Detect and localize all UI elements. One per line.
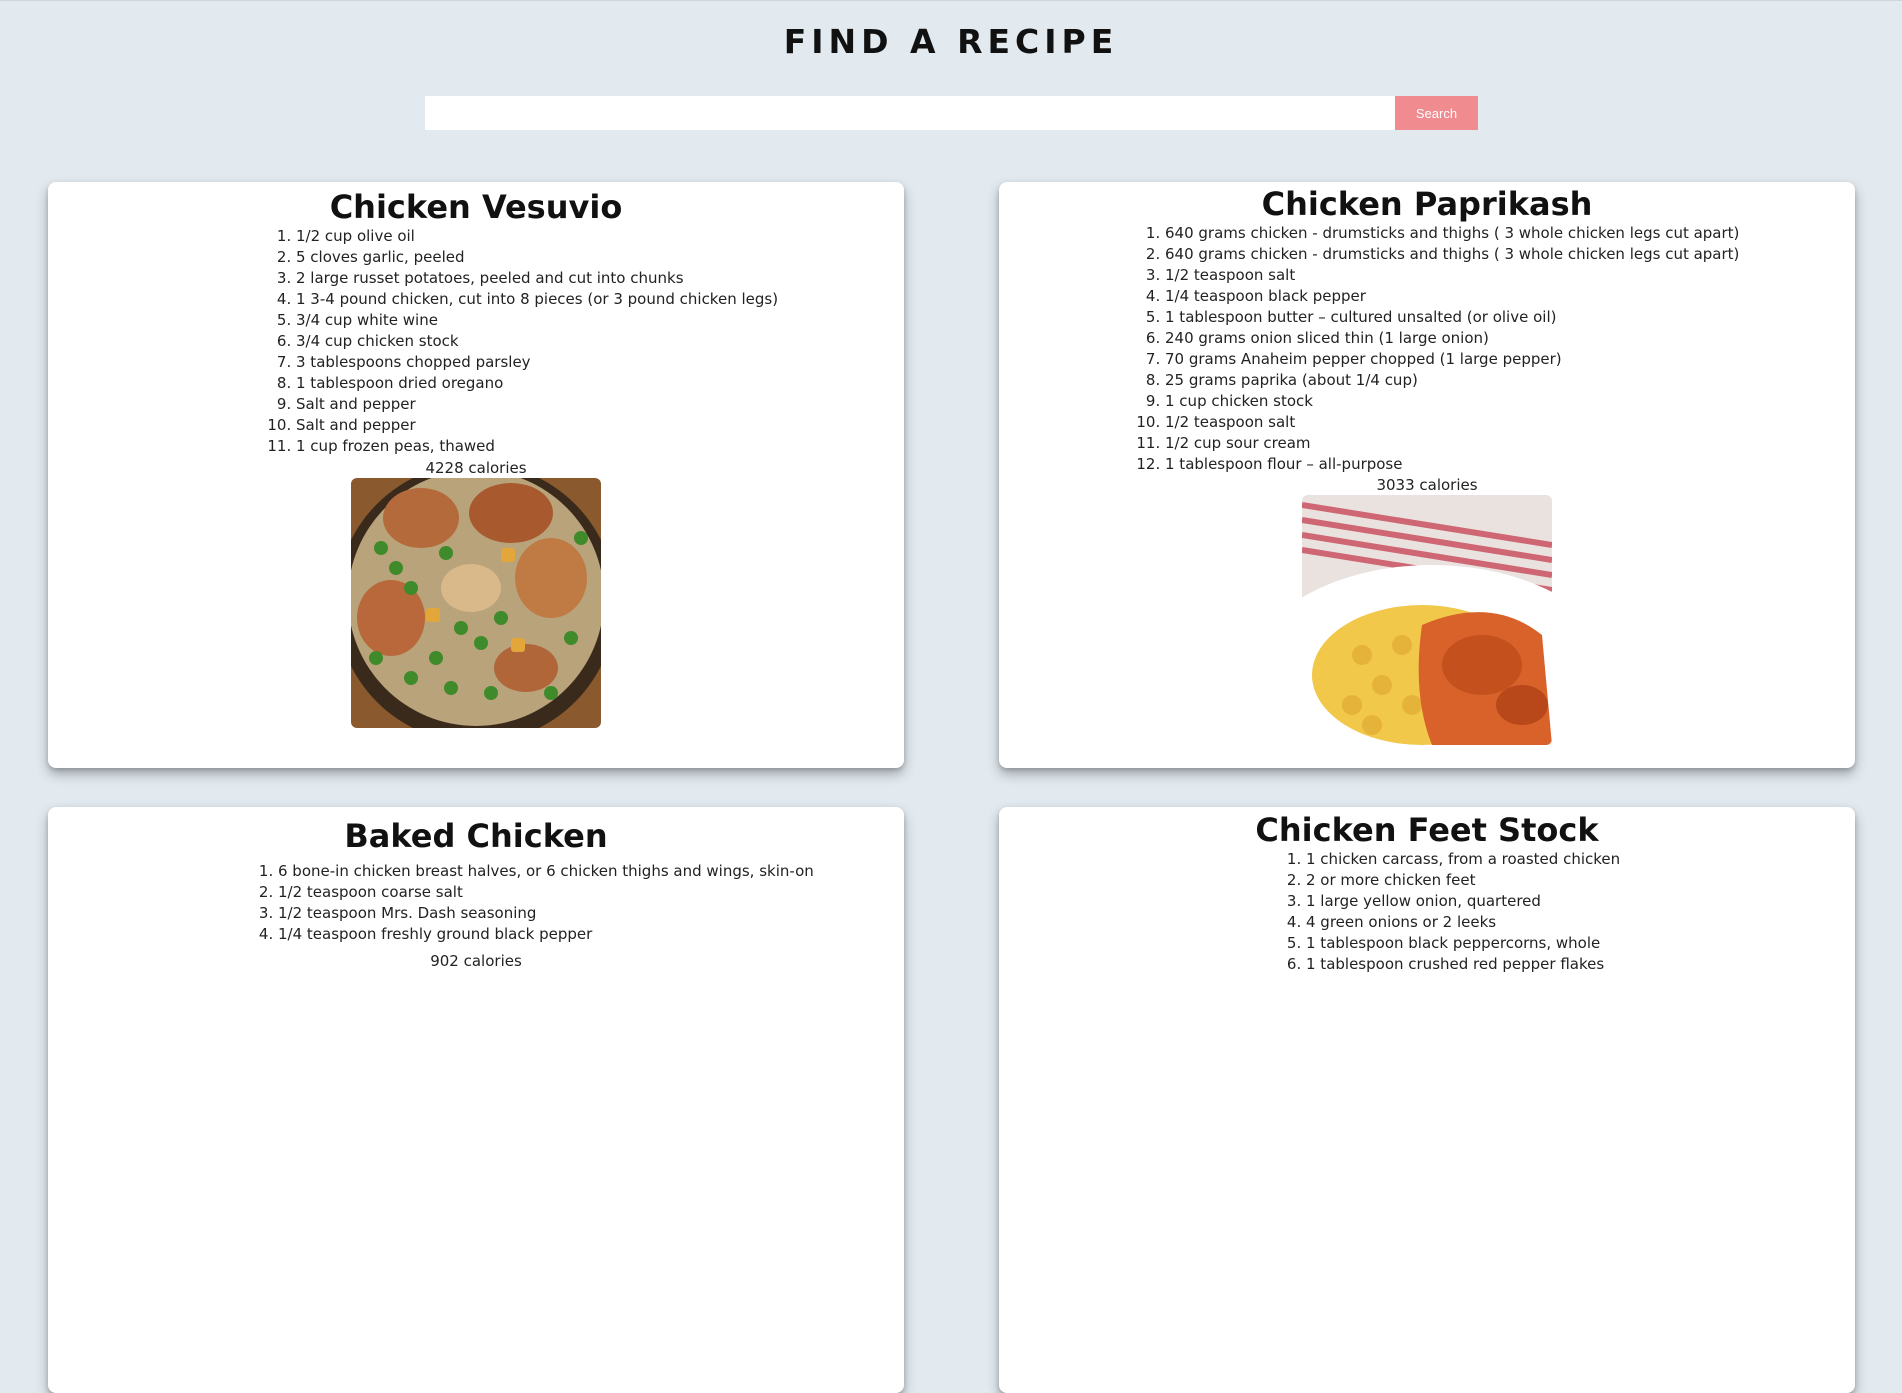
list-item: 1/2 teaspoon coarse salt (278, 882, 814, 903)
list-item: 1 3-4 pound chicken, cut into 8 pieces (… (296, 289, 778, 310)
ingredient-list: 1 chicken carcass, from a roasted chicke… (1280, 849, 1620, 975)
list-item: 1/4 teaspoon black pepper (1165, 286, 1739, 307)
list-item: 640 grams chicken - drumsticks and thigh… (1165, 244, 1739, 265)
list-item: 6 bone-in chicken breast halves, or 6 ch… (278, 861, 814, 882)
list-item: 1/2 teaspoon salt (1165, 412, 1739, 433)
list-item: 3/4 cup chicken stock (296, 331, 778, 352)
list-item: Salt and pepper (296, 394, 778, 415)
list-item: 2 or more chicken feet (1306, 870, 1620, 891)
recipe-card: Chicken Paprikash 640 grams chicken - dr… (999, 182, 1855, 768)
recipe-title: Chicken Feet Stock (1255, 811, 1599, 849)
ingredient-list: 640 grams chicken - drumsticks and thigh… (1139, 223, 1739, 475)
list-item: 1/2 teaspoon salt (1165, 265, 1739, 286)
list-item: 1 tablespoon black peppercorns, whole (1306, 933, 1620, 954)
list-item: 240 grams onion sliced thin (1 large oni… (1165, 328, 1739, 349)
list-item: 1/4 teaspoon freshly ground black pepper (278, 924, 814, 945)
recipe-card: Chicken Vesuvio 1/2 cup olive oil 5 clov… (48, 182, 904, 768)
list-item: 25 grams paprika (about 1/4 cup) (1165, 370, 1739, 391)
search-button[interactable]: Search (1395, 96, 1478, 130)
list-item: 640 grams chicken - drumsticks and thigh… (1165, 223, 1739, 244)
search-bar: Search (425, 96, 1478, 130)
list-item: 1 cup frozen peas, thawed (296, 436, 778, 457)
recipe-image (1302, 495, 1552, 745)
list-item: 5 cloves garlic, peeled (296, 247, 778, 268)
list-item: 4 green onions or 2 leeks (1306, 912, 1620, 933)
recipe-image (351, 478, 601, 728)
list-item: 1 cup chicken stock (1165, 391, 1739, 412)
list-item: 1/2 cup sour cream (1165, 433, 1739, 454)
search-input[interactable] (425, 96, 1395, 130)
recipe-card: Baked Chicken 6 bone-in chicken breast h… (48, 807, 904, 1393)
recipe-title: Baked Chicken (344, 817, 608, 855)
recipe-title: Chicken Vesuvio (329, 188, 623, 226)
top-border (0, 0, 1902, 1)
list-item: 2 large russet potatoes, peeled and cut … (296, 268, 778, 289)
list-item: 1 tablespoon butter – cultured unsalted … (1165, 307, 1739, 328)
calories-label: 902 calories (430, 952, 522, 970)
list-item: 1 chicken carcass, from a roasted chicke… (1306, 849, 1620, 870)
list-item: 3 tablespoons chopped parsley (296, 352, 778, 373)
calories-label: 3033 calories (1376, 476, 1478, 494)
list-item: 1/2 teaspoon Mrs. Dash seasoning (278, 903, 814, 924)
list-item: 1 tablespoon dried oregano (296, 373, 778, 394)
list-item: 1 tablespoon flour – all-purpose (1165, 454, 1739, 475)
page-title: FIND A RECIPE (783, 22, 1119, 61)
list-item: Salt and pepper (296, 415, 778, 436)
list-item: 70 grams Anaheim pepper chopped (1 large… (1165, 349, 1739, 370)
list-item: 1/2 cup olive oil (296, 226, 778, 247)
recipe-title: Chicken Paprikash (1261, 185, 1593, 223)
calories-label: 4228 calories (425, 459, 527, 477)
list-item: 1 tablespoon crushed red pepper flakes (1306, 954, 1620, 975)
list-item: 3/4 cup white wine (296, 310, 778, 331)
ingredient-list: 1/2 cup olive oil 5 cloves garlic, peele… (270, 226, 778, 457)
list-item: 1 large yellow onion, quartered (1306, 891, 1620, 912)
ingredient-list: 6 bone-in chicken breast halves, or 6 ch… (252, 861, 814, 945)
recipe-card: Chicken Feet Stock 1 chicken carcass, fr… (999, 807, 1855, 1393)
